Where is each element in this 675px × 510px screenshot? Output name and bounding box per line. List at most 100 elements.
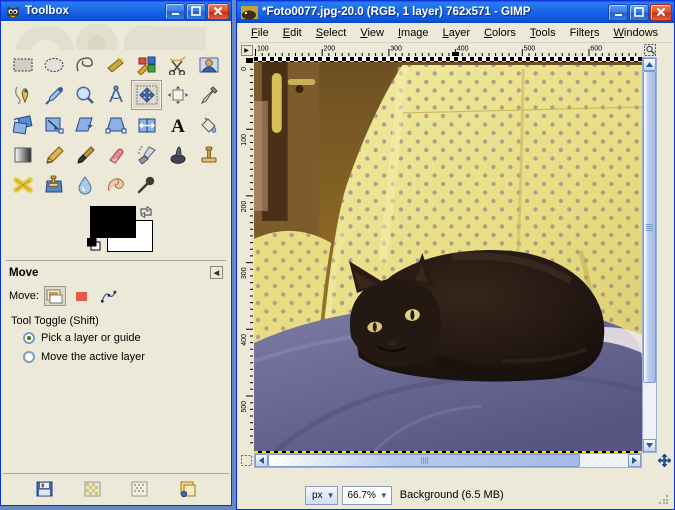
menubar: File Edit Select View Image Layer Colors… xyxy=(239,24,672,43)
toolbox-minimize-button[interactable] xyxy=(165,2,185,20)
radio-pick-layer-or-guide-indicator xyxy=(23,332,35,344)
toolbox-maximize-button[interactable] xyxy=(186,2,206,20)
unit-combo[interactable]: px ▼ xyxy=(305,485,339,505)
text-tool[interactable]: A xyxy=(162,110,193,140)
resize-grip[interactable] xyxy=(659,495,669,505)
move-mode-selection[interactable] xyxy=(71,286,93,306)
toolbox-titlebar[interactable]: Toolbox xyxy=(1,1,231,21)
horizontal-scrollbar[interactable] xyxy=(254,453,642,468)
paintbrush-tool[interactable] xyxy=(69,140,100,170)
image-menu-button[interactable]: ▶ xyxy=(240,44,253,56)
select-by-color-tool[interactable] xyxy=(131,50,162,80)
zoom-image-when-window-size-changes-button[interactable] xyxy=(642,43,657,57)
svg-text:200: 200 xyxy=(241,201,248,213)
fuzzy-select-tool[interactable] xyxy=(100,50,131,80)
move-mode-layer[interactable] xyxy=(43,286,66,306)
menu-windows[interactable]: Windows xyxy=(607,25,666,41)
default-colors-icon[interactable] xyxy=(86,237,103,255)
menu-layer[interactable]: Layer xyxy=(436,25,478,41)
measure-tool[interactable] xyxy=(100,80,131,110)
pattern-icon[interactable] xyxy=(81,479,103,499)
scroll-left-button[interactable] xyxy=(255,454,268,467)
tool-options-panel: Move ◀ Move: Tool Toggle (Shift) Pick a … xyxy=(3,261,229,473)
perspective-tool[interactable] xyxy=(100,110,131,140)
menu-filters[interactable]: Filters xyxy=(563,25,607,41)
vertical-scrollbar[interactable] xyxy=(642,57,657,453)
radio-pick-layer-or-guide-label: Pick a layer or guide xyxy=(41,332,141,344)
tool-options-collapse-button[interactable]: ◀ xyxy=(210,266,223,279)
zoom-tool[interactable] xyxy=(69,80,100,110)
menu-file[interactable]: File xyxy=(244,25,276,41)
paths-tool[interactable] xyxy=(7,80,38,110)
horizontal-scrollbar-thumb[interactable] xyxy=(268,454,580,467)
canvas-area: ▶ 100 200 300 400 500 600 0 100 200 300 … xyxy=(239,43,672,483)
navigation-preview-button[interactable] xyxy=(657,453,672,468)
menu-help[interactable]: Hel xyxy=(665,25,672,41)
chevron-down-icon: ▼ xyxy=(379,490,388,500)
shear-tool[interactable] xyxy=(69,110,100,140)
menu-colors[interactable]: Colors xyxy=(477,25,523,41)
vertical-ruler[interactable]: 0 100 200 300 400 500 xyxy=(239,57,254,453)
foreground-select-tool[interactable] xyxy=(193,50,224,80)
vertical-scrollbar-thumb[interactable] xyxy=(643,71,656,383)
quick-mask-toggle-button[interactable] xyxy=(239,453,254,468)
heal-tool[interactable] xyxy=(7,170,38,200)
toolbox-window-controls xyxy=(165,2,229,20)
radio-pick-layer-or-guide[interactable]: Pick a layer or guide xyxy=(23,332,223,344)
horizontal-ruler[interactable]: 100 200 300 400 500 600 xyxy=(254,43,642,57)
device-status-icon[interactable] xyxy=(34,479,56,499)
gimp-image-window: *Foto0077.jpg-20.0 (RGB, 1 layer) 762x57… xyxy=(236,0,675,510)
eraser-tool[interactable] xyxy=(100,140,131,170)
bottom-gutter xyxy=(239,468,672,483)
scroll-up-button[interactable] xyxy=(643,58,656,71)
scroll-down-button[interactable] xyxy=(643,439,656,452)
zoom-combo[interactable]: 66.7% ▼ xyxy=(342,485,392,505)
scroll-right-button[interactable] xyxy=(628,454,641,467)
zoom-combo-value: 66.7% xyxy=(347,489,376,501)
crop-tool[interactable] xyxy=(193,80,224,110)
menu-tools[interactable]: Tools xyxy=(523,25,563,41)
rotate-tool[interactable] xyxy=(7,110,38,140)
gimp-minimize-button[interactable] xyxy=(608,3,628,21)
menu-select[interactable]: Select xyxy=(309,25,354,41)
svg-text:500: 500 xyxy=(241,401,248,413)
svg-text:500: 500 xyxy=(524,46,536,53)
image-canvas[interactable] xyxy=(254,57,642,453)
radio-move-active-layer[interactable]: Move the active layer xyxy=(23,351,223,363)
svg-text:0: 0 xyxy=(241,67,248,71)
foreground-color-swatch[interactable] xyxy=(90,206,136,238)
dodge-burn-tool[interactable] xyxy=(131,170,162,200)
pencil-tool[interactable] xyxy=(38,140,69,170)
toolbox-close-button[interactable] xyxy=(207,2,229,20)
unit-combo-value: px xyxy=(312,489,323,501)
ink-tool[interactable] xyxy=(162,140,193,170)
gimp-maximize-button[interactable] xyxy=(629,3,649,21)
ellipse-select-tool[interactable] xyxy=(38,50,69,80)
move-tool[interactable] xyxy=(131,80,162,110)
dock-bottom-bar xyxy=(3,473,229,503)
airbrush-tool[interactable] xyxy=(131,140,162,170)
perspective-clone-tool[interactable] xyxy=(38,170,69,200)
menu-image[interactable]: Image xyxy=(391,25,436,41)
color-picker-tool[interactable] xyxy=(38,80,69,110)
bucket-fill-tool[interactable] xyxy=(193,110,224,140)
scissors-select-tool[interactable] xyxy=(162,50,193,80)
gimp-close-button[interactable] xyxy=(650,3,672,21)
brush-icon[interactable] xyxy=(129,479,151,499)
blur-sharpen-tool[interactable] xyxy=(69,170,100,200)
chevron-down-icon: ▼ xyxy=(326,490,335,500)
image-icon[interactable] xyxy=(176,479,198,499)
gimp-titlebar[interactable]: *Foto0077.jpg-20.0 (RGB, 1 layer) 762x57… xyxy=(237,1,674,23)
menu-view[interactable]: View xyxy=(353,25,391,41)
svg-text:300: 300 xyxy=(241,267,248,279)
free-select-tool[interactable] xyxy=(69,50,100,80)
scale-tool[interactable] xyxy=(38,110,69,140)
move-mode-path[interactable] xyxy=(98,286,120,306)
flip-tool[interactable] xyxy=(131,110,162,140)
smudge-tool[interactable] xyxy=(100,170,131,200)
rect-select-tool[interactable] xyxy=(7,50,38,80)
gradient-tool[interactable] xyxy=(7,140,38,170)
menu-edit[interactable]: Edit xyxy=(276,25,309,41)
clone-tool[interactable] xyxy=(193,140,224,170)
align-tool[interactable] xyxy=(162,80,193,110)
